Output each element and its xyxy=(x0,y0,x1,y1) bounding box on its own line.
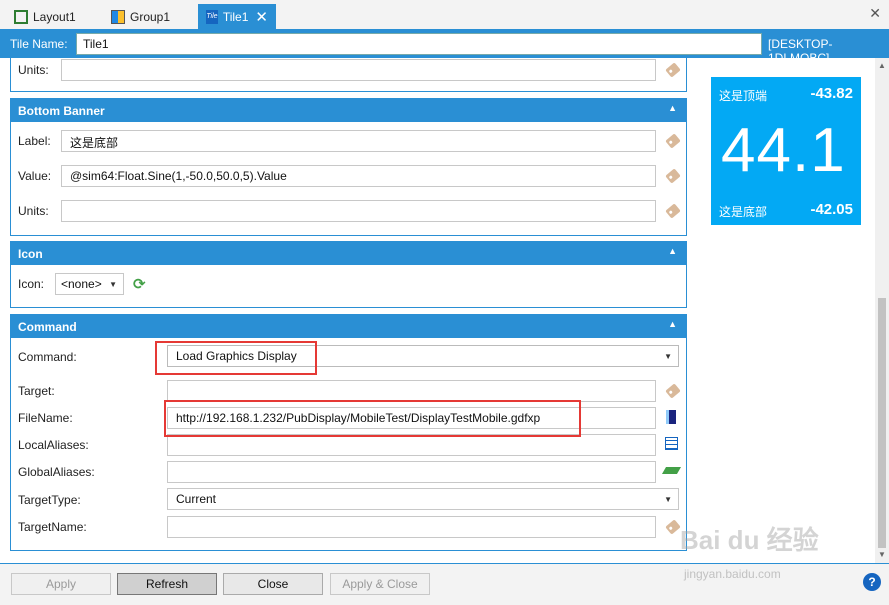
grid-add-icon[interactable] xyxy=(665,437,678,450)
tile-bottom-value: -42.05 xyxy=(810,201,853,218)
top-banner-panel: Units: xyxy=(10,58,687,92)
tile-top-value: -43.82 xyxy=(810,85,853,102)
tab-label: Tile1 xyxy=(222,10,249,24)
chevron-down-icon: ▼ xyxy=(664,495,672,504)
collapse-icon[interactable]: ▲ xyxy=(668,246,677,256)
command-row: Command: Load Graphics Display ▼ xyxy=(11,345,686,369)
tile-preview: 这是顶端 -43.82 44.1 这是底部 -42.05 xyxy=(711,77,861,225)
tab-group1[interactable]: Group1 xyxy=(103,4,178,30)
tile-bottom-label: 这是底部 xyxy=(719,205,768,219)
local-aliases-input[interactable] xyxy=(167,434,656,456)
local-aliases-label: LocalAliases: xyxy=(18,438,89,452)
refresh-icon[interactable]: ⟳ xyxy=(133,275,146,293)
target-label: Target: xyxy=(18,384,55,398)
tab-label: Group1 xyxy=(130,10,171,24)
apply-button[interactable]: Apply xyxy=(11,573,111,595)
label-row: Label: 这是底部 xyxy=(11,129,686,153)
command-label: Command: xyxy=(18,350,77,364)
filename-highlight-box xyxy=(164,400,581,437)
filename-label: FileName: xyxy=(18,411,73,425)
units-label: Units: xyxy=(18,63,49,77)
scroll-down-icon[interactable]: ▼ xyxy=(878,550,886,559)
units-input[interactable] xyxy=(61,59,656,81)
tag-icon[interactable] xyxy=(665,62,681,78)
tile-icon: Tile xyxy=(206,10,218,24)
target-type-select[interactable]: Current ▼ xyxy=(167,488,679,510)
value-input[interactable]: @sim64:Float.Sine(1,-50.0,50.0,5).Value xyxy=(61,165,656,187)
group-icon xyxy=(111,10,125,24)
layout-icon xyxy=(14,10,28,24)
panel-header[interactable]: Bottom Banner ▲ xyxy=(11,99,686,122)
tab-strip: Layout1 Group1 Tile Tile1 ✕ ✕ xyxy=(0,0,889,30)
icon-select-value: <none> xyxy=(61,277,102,291)
chevron-down-icon: ▼ xyxy=(109,280,117,289)
tab-label: Layout1 xyxy=(33,10,76,24)
tag-icon[interactable] xyxy=(665,383,681,399)
vertical-scrollbar[interactable]: ▲ ▼ xyxy=(875,58,889,563)
target-type-label: TargetType: xyxy=(18,493,81,507)
target-input[interactable] xyxy=(167,380,656,402)
global-aliases-label: GlobalAliases: xyxy=(18,465,95,479)
label-input[interactable]: 这是底部 xyxy=(61,130,656,152)
icon-panel: Icon ▲ Icon: <none> ▼ ⟳ xyxy=(10,241,687,308)
close-button[interactable]: Close xyxy=(223,573,323,595)
tag-icon[interactable] xyxy=(665,133,681,149)
bottom-banner-panel: Bottom Banner ▲ Label: 这是底部 Value: @sim6… xyxy=(10,98,687,236)
tile-name-input[interactable]: Tile1 xyxy=(76,33,762,55)
help-icon[interactable]: ? xyxy=(863,573,881,591)
tile-top-label: 这是顶端 xyxy=(719,89,768,103)
scrollbar-thumb[interactable] xyxy=(878,298,886,548)
scroll-up-icon[interactable]: ▲ xyxy=(878,61,886,70)
icon-select[interactable]: <none> ▼ xyxy=(55,273,124,295)
panel-title: Bottom Banner xyxy=(18,104,105,118)
target-name-row: TargetName: xyxy=(11,515,686,539)
command-highlight-box xyxy=(155,341,317,375)
units-row: Units: xyxy=(11,58,686,82)
panel-title: Command xyxy=(18,320,77,334)
units-input[interactable] xyxy=(61,200,656,222)
global-aliases-row: GlobalAliases: xyxy=(11,460,686,484)
collapse-icon[interactable]: ▲ xyxy=(668,319,677,329)
refresh-button[interactable]: Refresh xyxy=(117,573,217,595)
value-row: Value: @sim64:Float.Sine(1,-50.0,50.0,5)… xyxy=(11,164,686,188)
target-name-input[interactable] xyxy=(167,516,656,538)
tile-name-bar: Tile Name: Tile1 [DESKTOP-1DLMOBC] xyxy=(0,30,889,65)
tag-icon[interactable] xyxy=(665,168,681,184)
eraser-icon[interactable] xyxy=(661,467,682,474)
panel-header[interactable]: Command ▲ xyxy=(11,315,686,338)
tag-icon[interactable] xyxy=(665,203,681,219)
target-name-label: TargetName: xyxy=(18,520,87,534)
panel-title: Icon xyxy=(18,247,43,261)
icon-label: Icon: xyxy=(18,277,45,291)
tile-main-value: 44.1 xyxy=(721,116,846,185)
target-type-row: TargetType: Current ▼ xyxy=(11,488,686,512)
property-form: Units: Bottom Banner ▲ Label: 这是底部 Value… xyxy=(0,58,695,563)
tab-layout1[interactable]: Layout1 xyxy=(6,4,84,30)
global-aliases-input[interactable] xyxy=(167,461,656,483)
label-label: Label: xyxy=(18,134,51,148)
icon-row: Icon: <none> ▼ ⟳ xyxy=(11,272,686,296)
close-icon[interactable]: ✕ xyxy=(255,8,268,26)
apply-close-button[interactable]: Apply & Close xyxy=(330,573,430,595)
value-label: Value: xyxy=(18,169,52,183)
units-label: Units: xyxy=(18,204,49,218)
tab-tile1[interactable]: Tile Tile1 ✕ xyxy=(198,4,276,30)
panel-header[interactable]: Icon ▲ xyxy=(11,242,686,265)
target-type-value: Current xyxy=(176,492,217,506)
tag-icon[interactable] xyxy=(665,519,681,535)
collapse-icon[interactable]: ▲ xyxy=(668,103,677,113)
window-close-icon[interactable]: ✕ xyxy=(869,5,881,22)
tile-name-label: Tile Name: xyxy=(10,37,68,51)
watermark-url: jingyan.baidu.com xyxy=(684,567,781,581)
chevron-down-icon: ▼ xyxy=(664,352,672,361)
watermark-logo: Bai du 经验 xyxy=(680,525,819,555)
book-icon[interactable] xyxy=(666,410,676,424)
command-panel: Command ▲ Command: Load Graphics Display… xyxy=(10,314,687,551)
units-row: Units: xyxy=(11,199,686,223)
